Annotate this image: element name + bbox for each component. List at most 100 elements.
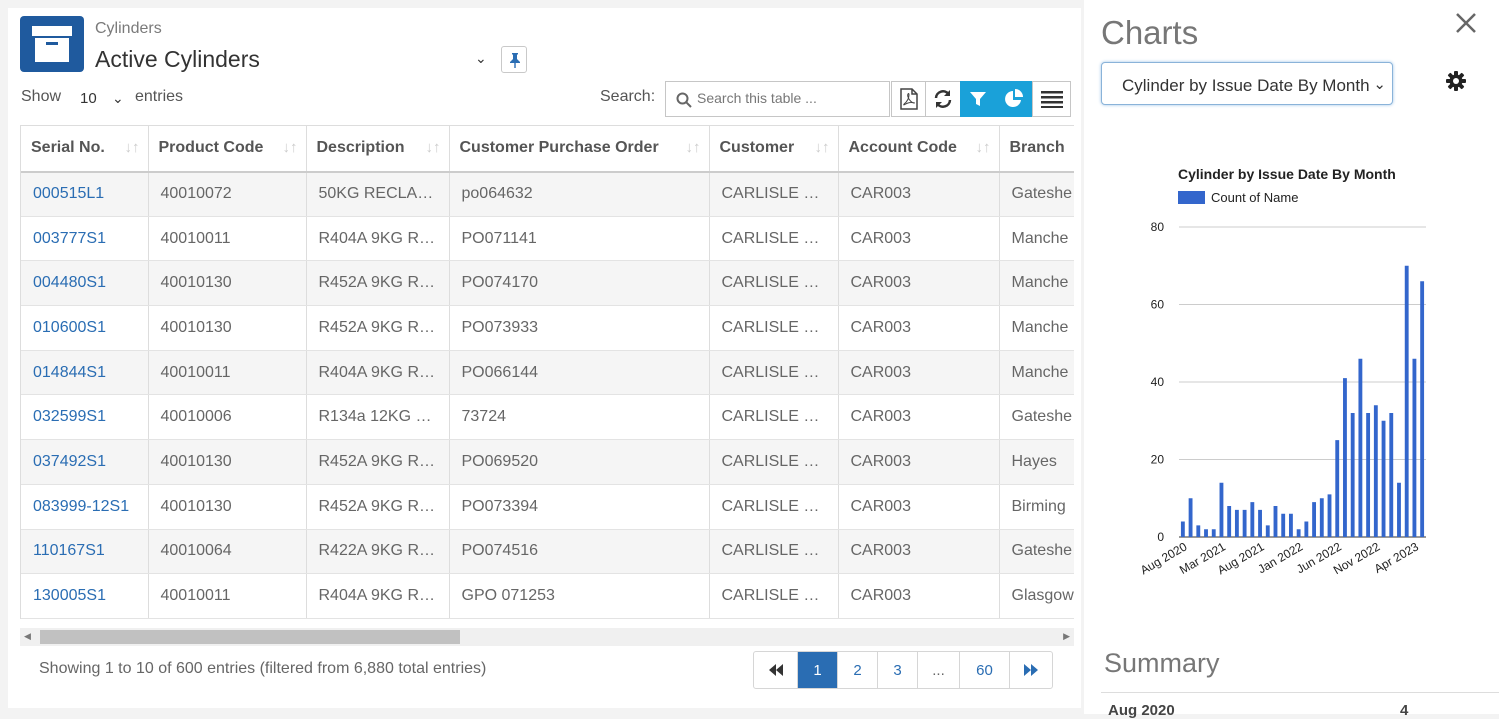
table-cell: CAR003 bbox=[838, 260, 1000, 307]
next-page-button[interactable] bbox=[1010, 652, 1052, 688]
table-cell: CARLISLE RE... bbox=[709, 529, 839, 575]
table-cell: 40010064 bbox=[148, 529, 307, 575]
bar bbox=[1373, 405, 1378, 537]
column-header-label: Serial No. bbox=[31, 139, 105, 157]
serial-link[interactable]: 000515L1 bbox=[21, 171, 149, 217]
table-cell: CAR003 bbox=[838, 171, 1000, 217]
table-row[interactable]: 130005S1 40010011 R404A 9KG RE... GPO 07125… bbox=[21, 573, 1074, 619]
table-cell: PO073394 bbox=[449, 484, 710, 530]
column-header[interactable]: Serial No. ↓↑ bbox=[21, 125, 149, 173]
chevron-down-icon[interactable]: ⌄ bbox=[475, 50, 487, 67]
column-header[interactable]: Account Code ↓↑ bbox=[838, 125, 1000, 173]
table-cell: CAR003 bbox=[838, 484, 1000, 530]
table-row[interactable]: 000515L1 40010072 50KG RECLAIM... po064632 C… bbox=[21, 171, 1074, 217]
bar bbox=[1404, 265, 1409, 537]
table-row[interactable]: 003777S1 40010011 R404A 9KG RE... PO071141 C… bbox=[21, 216, 1074, 262]
page-2-button[interactable]: 2 bbox=[838, 652, 878, 688]
sort-icon[interactable]: ↓↑ bbox=[686, 139, 701, 156]
chart-select[interactable]: Cylinder by Issue Date By Month ⌄ bbox=[1101, 62, 1393, 105]
search-label: Search: bbox=[600, 88, 656, 105]
chevron-down-icon[interactable]: ⌄ bbox=[112, 90, 124, 107]
summary-title: Summary bbox=[1104, 648, 1220, 678]
chart-toggle-button[interactable] bbox=[995, 81, 1032, 117]
serial-link[interactable]: 032599S1 bbox=[21, 394, 149, 441]
serial-link[interactable]: 130005S1 bbox=[21, 573, 149, 619]
sort-icon[interactable]: ↓↑ bbox=[125, 139, 140, 156]
serial-link[interactable]: 004480S1 bbox=[21, 260, 149, 307]
page-1-button[interactable]: 1 bbox=[798, 652, 838, 688]
column-header-label: Description bbox=[316, 139, 405, 157]
table-row[interactable]: 110167S1 40010064 R422A 9KG RE... PO074516 C… bbox=[21, 529, 1074, 575]
bar bbox=[1350, 413, 1355, 537]
issue-date-chart: Cylinder by Issue Date By Month Count of … bbox=[1138, 166, 1426, 577]
table-cell: 40010011 bbox=[148, 350, 307, 396]
column-header[interactable]: Branch bbox=[999, 125, 1074, 173]
table-cell: PO074516 bbox=[449, 529, 710, 575]
scroll-left-arrow-icon[interactable]: ◀ bbox=[24, 631, 31, 642]
table-cell: Glasgow bbox=[999, 573, 1074, 619]
table-row[interactable]: 032599S1 40010006 R134a 12KG RE... 73724 CAR… bbox=[21, 394, 1074, 441]
bar bbox=[1343, 378, 1347, 537]
sort-icon[interactable]: ↓↑ bbox=[815, 139, 830, 156]
refresh-icon bbox=[934, 90, 952, 108]
sort-icon[interactable]: ↓↑ bbox=[426, 139, 441, 156]
table-row[interactable]: 004480S1 40010130 R452A 9KG RE... PO074170 C… bbox=[21, 260, 1074, 307]
bar bbox=[1242, 509, 1247, 537]
settings-button[interactable] bbox=[1446, 71, 1466, 96]
serial-link[interactable]: 037492S1 bbox=[21, 439, 149, 485]
column-header[interactable]: Customer Purchase Order ↓↑ bbox=[449, 125, 710, 173]
scroll-right-arrow-icon[interactable]: ▶ bbox=[1063, 631, 1070, 642]
table-cell: Manche bbox=[999, 260, 1074, 307]
search-field[interactable] bbox=[665, 81, 890, 117]
bar bbox=[1204, 529, 1208, 537]
table-cell: PO073933 bbox=[449, 305, 710, 351]
column-header[interactable]: Product Code ↓↑ bbox=[148, 125, 307, 173]
column-header[interactable]: Customer ↓↑ bbox=[709, 125, 839, 173]
table-row[interactable]: 014844S1 40010011 R404A 9KG RE... PO066144 C… bbox=[21, 350, 1074, 396]
previous-page-button[interactable] bbox=[754, 652, 798, 688]
table-row[interactable]: 083999-12S1 40010130 R452A 9KG RE... PO0733… bbox=[21, 484, 1074, 530]
page-length-select[interactable]: 10 bbox=[80, 90, 97, 107]
y-tick-label: 60 bbox=[1151, 298, 1165, 312]
double-chevron-right-icon bbox=[1024, 664, 1038, 676]
refresh-button[interactable] bbox=[925, 81, 961, 117]
bar bbox=[1319, 498, 1324, 537]
table-cell: CARLISLE RE... bbox=[709, 394, 839, 441]
bar bbox=[1227, 506, 1232, 537]
page-3-button[interactable]: 3 bbox=[878, 652, 918, 688]
table-cell: Birming bbox=[999, 484, 1074, 530]
column-list-button[interactable] bbox=[1032, 81, 1071, 117]
summary-row-value: 4 bbox=[1400, 702, 1409, 719]
page-60-button[interactable]: 60 bbox=[960, 652, 1010, 688]
table-cell: PO074170 bbox=[449, 260, 710, 307]
breadcrumb[interactable]: Cylinders bbox=[95, 20, 162, 38]
filter-button[interactable] bbox=[960, 81, 996, 117]
table-cell: Gateshe bbox=[999, 171, 1074, 217]
pie-chart-icon bbox=[1004, 89, 1023, 107]
table-cell: 40010130 bbox=[148, 484, 307, 530]
serial-link[interactable]: 083999-12S1 bbox=[21, 484, 149, 530]
column-header-label: Branch bbox=[1009, 139, 1065, 157]
export-pdf-button[interactable] bbox=[891, 81, 926, 117]
serial-link[interactable]: 010600S1 bbox=[21, 305, 149, 351]
table-cell: 40010006 bbox=[148, 394, 307, 441]
search-input[interactable] bbox=[697, 90, 885, 106]
scrollbar-thumb[interactable] bbox=[40, 630, 460, 644]
chevron-down-icon: ⌄ bbox=[1369, 75, 1386, 93]
serial-link[interactable]: 110167S1 bbox=[21, 529, 149, 575]
bar bbox=[1258, 509, 1262, 537]
serial-link[interactable]: 003777S1 bbox=[21, 216, 149, 262]
close-button[interactable] bbox=[1455, 12, 1477, 39]
serial-link[interactable]: 014844S1 bbox=[21, 350, 149, 396]
table-cell: R452A 9KG RE... bbox=[306, 305, 450, 351]
show-label: Show bbox=[21, 88, 62, 105]
table-cell: 40010011 bbox=[148, 573, 307, 619]
sort-icon[interactable]: ↓↑ bbox=[283, 139, 298, 156]
column-header[interactable]: Description ↓↑ bbox=[306, 125, 450, 173]
sort-icon[interactable]: ↓↑ bbox=[976, 139, 991, 156]
horizontal-scrollbar[interactable]: ◀ ▶ bbox=[20, 628, 1074, 646]
close-icon bbox=[1456, 13, 1476, 33]
pin-button[interactable] bbox=[501, 46, 527, 73]
table-row[interactable]: 010600S1 40010130 R452A 9KG RE... PO073933 C… bbox=[21, 305, 1074, 351]
table-row[interactable]: 037492S1 40010130 R452A 9KG RE... PO069520 C… bbox=[21, 439, 1074, 485]
